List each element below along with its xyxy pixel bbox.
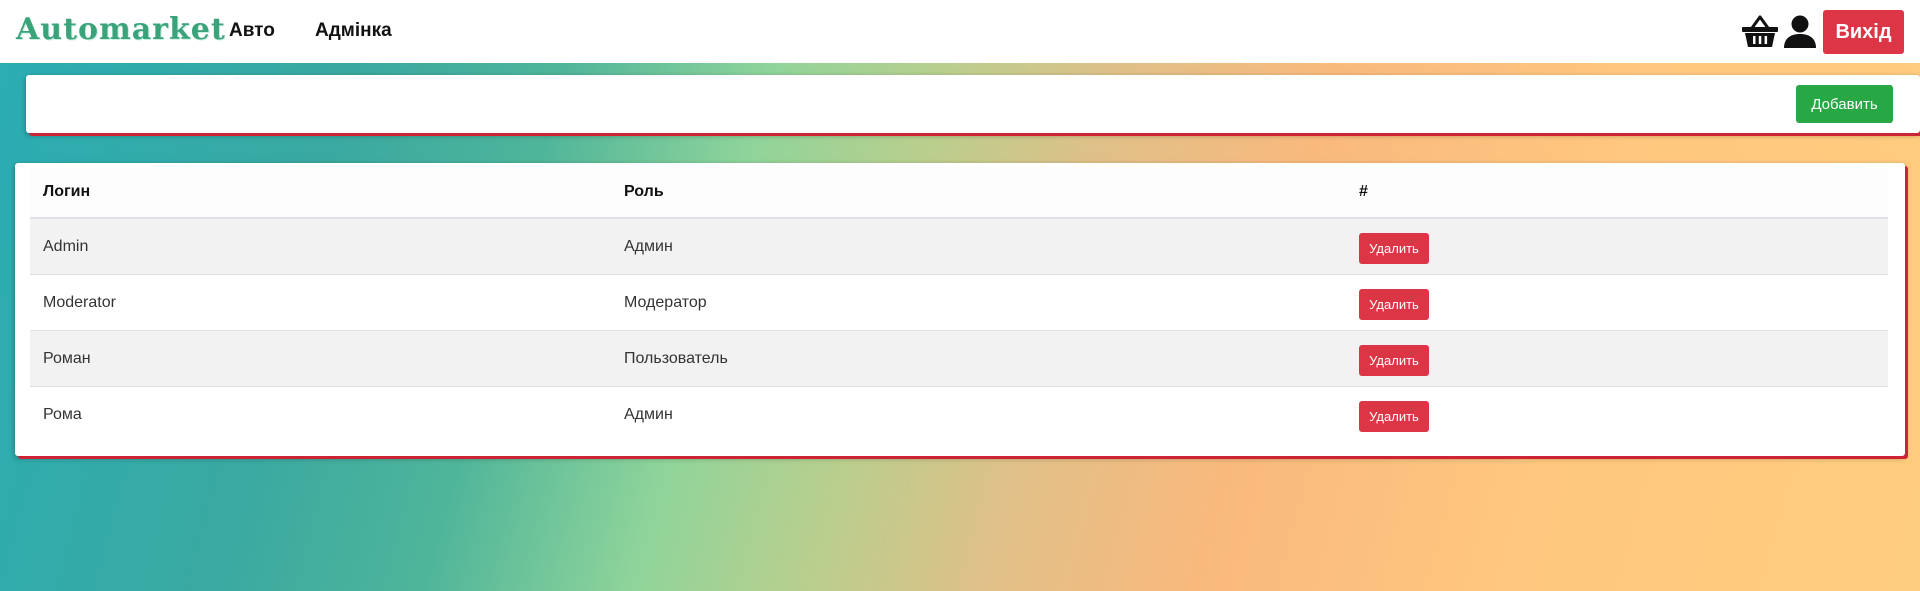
- nav-link-auto[interactable]: Авто: [229, 20, 275, 42]
- column-header-login: Логин: [30, 167, 611, 219]
- add-user-button[interactable]: Добавить: [1796, 85, 1893, 123]
- toolbar-card: Добавить: [26, 75, 1920, 133]
- cell-login: Рома: [30, 386, 611, 442]
- nav-link-admin[interactable]: Адмінка: [315, 20, 392, 42]
- cell-login: Роман: [30, 330, 611, 387]
- column-header-role: Роль: [611, 167, 1346, 219]
- basket-icon[interactable]: [1741, 14, 1779, 50]
- table-row: Роман Пользователь Удалить: [30, 330, 1888, 387]
- column-header-actions: #: [1346, 167, 1888, 219]
- cell-actions: Удалить: [1346, 217, 1888, 275]
- brand-logo[interactable]: Automarket: [16, 12, 226, 47]
- table-row: Moderator Модератор Удалить: [30, 274, 1888, 331]
- cell-role: Админ: [611, 217, 1346, 275]
- table-row: Рома Админ Удалить: [30, 386, 1888, 442]
- delete-button[interactable]: Удалить: [1359, 289, 1429, 320]
- delete-button[interactable]: Удалить: [1359, 401, 1429, 432]
- cell-actions: Удалить: [1346, 386, 1888, 442]
- cell-actions: Удалить: [1346, 330, 1888, 387]
- table-row: Admin Админ Удалить: [30, 217, 1888, 275]
- delete-button[interactable]: Удалить: [1359, 345, 1429, 376]
- cell-role: Админ: [611, 386, 1346, 442]
- users-table: Логин Роль # Admin Админ Удалить Moderat…: [30, 167, 1888, 442]
- cell-role: Пользователь: [611, 330, 1346, 387]
- users-table-card: Логин Роль # Admin Админ Удалить Moderat…: [15, 163, 1905, 456]
- table-header-row: Логин Роль #: [30, 167, 1888, 219]
- cell-actions: Удалить: [1346, 274, 1888, 331]
- top-navbar: Automarket Авто Адмінка Вихід: [0, 0, 1920, 63]
- cell-role: Модератор: [611, 274, 1346, 331]
- delete-button[interactable]: Удалить: [1359, 233, 1429, 264]
- user-icon[interactable]: [1781, 14, 1819, 50]
- cell-login: Moderator: [30, 274, 611, 331]
- cell-login: Admin: [30, 217, 611, 275]
- logout-button[interactable]: Вихід: [1823, 10, 1904, 54]
